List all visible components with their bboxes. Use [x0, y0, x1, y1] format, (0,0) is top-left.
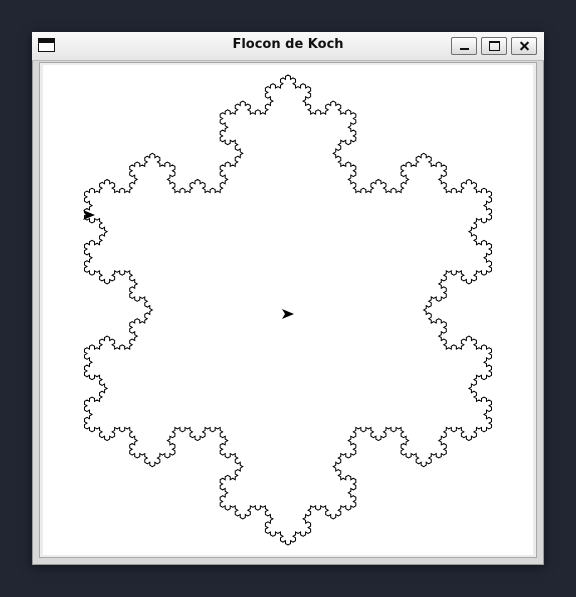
turtle-canvas[interactable] [43, 65, 533, 555]
minimize-icon [460, 48, 469, 50]
minimize-button[interactable] [451, 37, 477, 55]
turtle-window: Flocon de Koch [32, 32, 544, 565]
title-bar[interactable]: Flocon de Koch [32, 32, 544, 61]
koch-snowflake-drawing [83, 74, 493, 546]
maximize-icon [489, 41, 500, 51]
close-icon [512, 38, 536, 54]
turtle-cursor-icon [282, 309, 294, 319]
maximize-button[interactable] [481, 37, 507, 55]
canvas-frame [39, 62, 537, 558]
koch-snowflake-path [83, 74, 493, 546]
close-button[interactable] [511, 37, 537, 55]
